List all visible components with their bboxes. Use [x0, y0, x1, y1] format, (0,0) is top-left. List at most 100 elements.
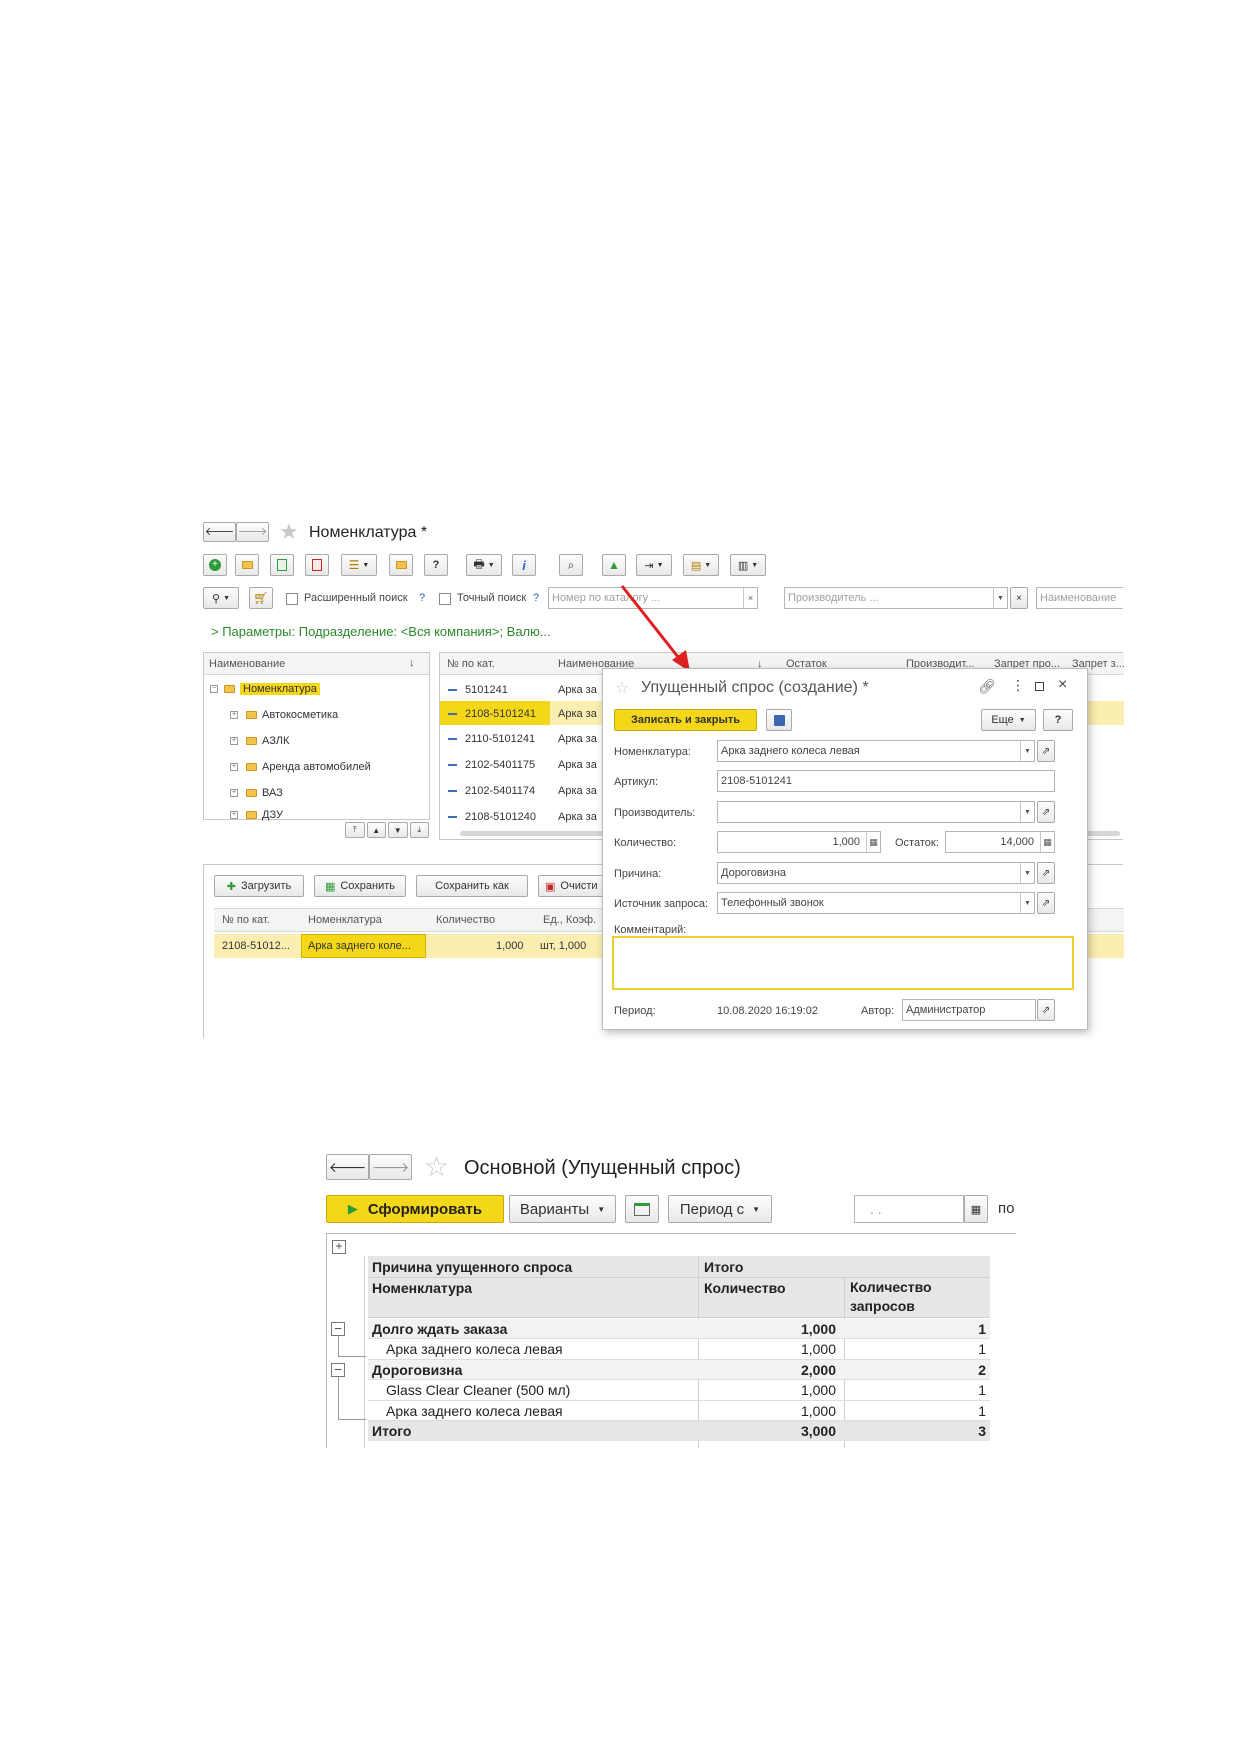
tree-item[interactable]: + ДЗУ	[230, 809, 425, 821]
save-disk-button[interactable]	[766, 709, 792, 731]
create-folder-button[interactable]	[235, 554, 259, 576]
report-row-qty[interactable]: 1,000	[700, 1401, 840, 1421]
forward-button[interactable]: 🡒	[236, 522, 269, 542]
period-button[interactable]: Период с ▼	[668, 1195, 772, 1223]
exact-search-checkbox[interactable]	[439, 593, 451, 605]
info-button[interactable]: i	[512, 554, 536, 576]
period-start-input[interactable]: . .	[854, 1195, 964, 1223]
report-row-name[interactable]: Дороговизна	[368, 1360, 698, 1380]
report-row-req[interactable]: 2	[846, 1360, 990, 1380]
comment-textarea[interactable]	[612, 936, 1074, 990]
report-row-name[interactable]: Glass Clear Cleaner (500 мл)	[382, 1380, 698, 1400]
chevron-down-icon[interactable]: ▼	[1020, 863, 1034, 883]
report-row-qty[interactable]: 1,000	[700, 1319, 840, 1339]
report-total-req[interactable]: 3	[846, 1421, 990, 1441]
calendar-button[interactable]: ▦	[964, 1195, 988, 1223]
report-row-req[interactable]: 1	[846, 1380, 990, 1400]
bottom-row-number[interactable]: 2108-51012...	[222, 940, 290, 952]
reason-field[interactable]: Дороговизна ▼	[717, 862, 1035, 884]
report-forward-button[interactable]: 🡒	[369, 1154, 412, 1180]
tree-root[interactable]: − Номенклатура	[210, 683, 425, 695]
list-row-name[interactable]: Арка за	[558, 759, 597, 771]
exact-search-help[interactable]: ?	[533, 592, 539, 604]
generate-button[interactable]: ▶ Сформировать	[326, 1195, 504, 1223]
report-row-req[interactable]: 1	[846, 1401, 990, 1421]
open-nomenclature-button[interactable]: ⇗	[1037, 740, 1055, 762]
article-field[interactable]: 2108-5101241	[717, 770, 1055, 792]
list-row-name[interactable]: Арка за	[558, 733, 597, 745]
collapse-group-icon[interactable]: −	[331, 1322, 345, 1336]
report-back-button[interactable]: 🡐	[326, 1154, 369, 1180]
move-to-folder-button[interactable]	[389, 554, 413, 576]
expand-icon[interactable]: +	[230, 763, 238, 772]
expand-icon[interactable]: +	[230, 789, 238, 798]
open-author-button[interactable]: ⇗	[1037, 999, 1055, 1021]
list-row-name[interactable]: Арка за	[558, 684, 597, 696]
upload-button[interactable]: ▲	[602, 554, 626, 576]
calculator-icon[interactable]: ▦	[1040, 832, 1054, 852]
name-search-input[interactable]: Наименование	[1036, 587, 1123, 609]
more-vertical-icon[interactable]: ⋮	[1011, 677, 1025, 694]
extended-search-checkbox[interactable]	[286, 593, 298, 605]
move-down-button[interactable]: ▼	[388, 822, 408, 838]
report-total-qty[interactable]: 3,000	[700, 1421, 840, 1441]
save-as-button[interactable]: Сохранить как	[416, 875, 528, 897]
calculator-icon[interactable]: ▦	[866, 832, 880, 852]
list-row-name[interactable]: Арка за	[558, 811, 597, 823]
dialog-favorite-icon[interactable]: ☆	[615, 678, 629, 698]
manufacturer-input[interactable]: Производитель ... ▼	[784, 587, 1008, 609]
quantity-field[interactable]: 1,000 ▦	[717, 831, 881, 853]
clear-button[interactable]: ▣ Очисти	[538, 875, 608, 897]
report-row-name[interactable]: Долго ждать заказа	[368, 1319, 698, 1339]
collapse-icon[interactable]: −	[210, 685, 218, 694]
find-button[interactable]: ⌕	[559, 554, 583, 576]
chevron-down-icon[interactable]: ▼	[1020, 741, 1034, 761]
favorite-star-icon[interactable]: ★	[279, 519, 299, 545]
report-total-name[interactable]: Итого	[368, 1421, 698, 1441]
source-field[interactable]: Телефонный звонок ▼	[717, 892, 1035, 914]
bottom-header-quantity[interactable]: Количество	[436, 914, 495, 926]
variants-button[interactable]: Варианты ▼	[509, 1195, 616, 1223]
list-row-number[interactable]: 5101241	[448, 684, 508, 696]
more-button[interactable]: Еще ▼	[981, 709, 1036, 731]
print-button[interactable]: 🖶 ▼	[466, 554, 502, 576]
list-row-number[interactable]: 2108-5101241	[448, 708, 536, 720]
report-row-req[interactable]: 1	[846, 1339, 990, 1359]
report-favorite-icon[interactable]: ☆	[424, 1150, 449, 1183]
link-icon[interactable]: 🔗︎	[978, 678, 996, 695]
hierarchy-button[interactable]: ☰ ▼	[341, 554, 377, 576]
tree-item[interactable]: + АЗЛК	[230, 735, 425, 747]
expand-icon[interactable]: +	[230, 711, 238, 720]
expand-icon[interactable]: +	[230, 811, 238, 820]
report-row-name[interactable]: Арка заднего колеса левая	[382, 1339, 698, 1359]
report-row-qty[interactable]: 1,000	[700, 1380, 840, 1400]
nomenclature-field[interactable]: Арка заднего колеса левая ▼	[717, 740, 1035, 762]
settings-button[interactable]	[625, 1195, 659, 1223]
open-reason-button[interactable]: ⇗	[1037, 862, 1055, 884]
parameters-link[interactable]: > Параметры: Подразделение: <Вся компани…	[211, 624, 551, 639]
open-source-button[interactable]: ⇗	[1037, 892, 1055, 914]
export-button[interactable]: ⇥ ▼	[636, 554, 672, 576]
maximize-icon[interactable]	[1035, 682, 1044, 691]
report-row-name[interactable]: Арка заднего колеса левая	[382, 1401, 698, 1421]
chevron-down-icon[interactable]: ▼	[1020, 802, 1034, 822]
extended-search-label[interactable]: Расширенный поиск	[304, 592, 408, 604]
delete-button[interactable]	[305, 554, 329, 576]
extended-search-help[interactable]: ?	[419, 592, 425, 604]
open-manufacturer-button[interactable]: ⇗	[1037, 801, 1055, 823]
documents-button[interactable]: ▤ ▼	[683, 554, 719, 576]
back-button[interactable]: 🡐	[203, 522, 236, 542]
list-header-number[interactable]: № по кат.	[447, 658, 495, 670]
help-button[interactable]: ?	[424, 554, 448, 576]
bottom-row-unit[interactable]: шт, 1,000	[540, 940, 586, 952]
manufacturer-field[interactable]: ▼	[717, 801, 1035, 823]
list-row-name[interactable]: Арка за	[558, 785, 597, 797]
copy-button[interactable]	[270, 554, 294, 576]
chevron-down-icon[interactable]: ▼	[993, 588, 1007, 608]
list-row-number[interactable]: 2110-5101241	[448, 733, 535, 745]
create-button[interactable]: +	[203, 554, 227, 576]
collapse-group-icon[interactable]: −	[331, 1363, 345, 1377]
bottom-header-unit[interactable]: Ед., Коэф.	[543, 914, 596, 926]
dialog-help-button[interactable]: ?	[1043, 709, 1073, 731]
clear-icon[interactable]: ×	[743, 588, 757, 608]
